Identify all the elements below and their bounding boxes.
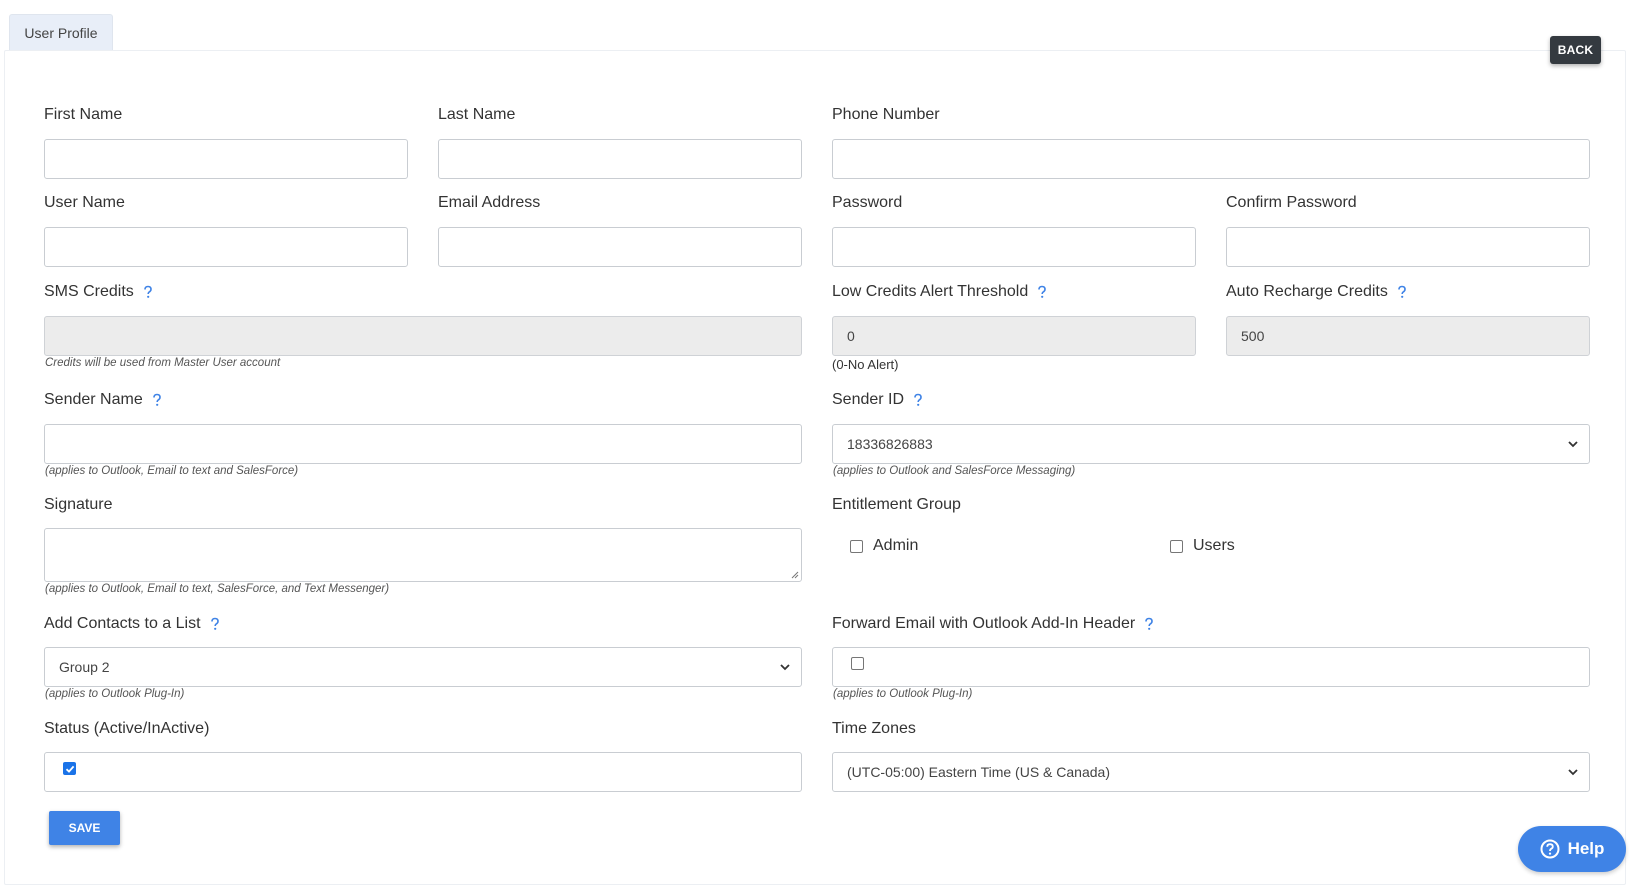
low-credits-label: Low Credits Alert Threshold [832, 283, 1048, 301]
status-field [44, 752, 802, 792]
signature-note: (applies to Outlook, Email to text, Sale… [45, 583, 390, 595]
first-name-input[interactable] [44, 139, 408, 179]
chevron-down-icon [779, 661, 791, 673]
user-name-label: User Name [44, 194, 125, 211]
sms-credits-note: Credits will be used from Master User ac… [45, 357, 281, 369]
question-icon[interactable] [151, 393, 163, 407]
question-icon[interactable] [1396, 285, 1408, 299]
status-checkbox[interactable] [63, 762, 76, 775]
question-icon[interactable] [912, 393, 924, 407]
users-checkbox-label: Users [1193, 537, 1235, 554]
check-icon [65, 765, 74, 773]
save-button[interactable]: SAVE [49, 811, 120, 845]
sender-name-note: (applies to Outlook, Email to text and S… [45, 465, 299, 477]
chevron-down-icon [1567, 766, 1579, 778]
help-circle-icon [1540, 839, 1560, 859]
sms-credits-input[interactable] [44, 316, 802, 356]
auto-recharge-label: Auto Recharge Credits [1226, 283, 1408, 301]
admin-checkbox[interactable] [850, 540, 863, 553]
users-checkbox[interactable] [1170, 540, 1183, 553]
sender-id-note: (applies to Outlook and SalesForce Messa… [833, 465, 1076, 477]
phone-number-label: Phone Number [832, 106, 940, 123]
add-contacts-select[interactable]: Group 2 [44, 647, 802, 687]
user-name-input[interactable] [44, 227, 408, 267]
admin-checkbox-label: Admin [873, 537, 919, 554]
forward-email-checkbox[interactable] [851, 657, 864, 670]
low-credits-note: (0-No Alert) [832, 357, 899, 372]
back-button[interactable]: BACK [1550, 36, 1601, 64]
sender-id-select[interactable]: 18336826883 [832, 424, 1590, 464]
auto-recharge-input[interactable] [1226, 316, 1590, 356]
confirm-password-input[interactable] [1226, 227, 1590, 267]
last-name-label: Last Name [438, 106, 516, 123]
sms-credits-label: SMS Credits [44, 283, 154, 301]
help-label: Help [1567, 839, 1605, 858]
forward-email-field [832, 647, 1590, 687]
chevron-down-icon [1567, 438, 1579, 450]
email-address-input[interactable] [438, 227, 802, 267]
sender-id-value: 18336826883 [847, 436, 933, 452]
forward-email-label: Forward Email with Outlook Add-In Header [832, 615, 1155, 633]
tab-label: User Profile [24, 24, 98, 41]
last-name-input[interactable] [438, 139, 802, 179]
tab-user-profile[interactable]: User Profile [9, 14, 113, 50]
question-icon[interactable] [1036, 285, 1048, 299]
status-label: Status (Active/InActive) [44, 720, 210, 737]
password-label: Password [832, 194, 903, 211]
help-button[interactable]: Help [1518, 826, 1626, 872]
sender-name-input[interactable] [44, 424, 802, 464]
sender-name-label: Sender Name [44, 391, 163, 409]
signature-textarea[interactable] [44, 528, 802, 582]
signature-label: Signature [44, 496, 113, 513]
password-input[interactable] [832, 227, 1196, 267]
question-icon[interactable] [209, 617, 221, 631]
time-zones-label: Time Zones [832, 720, 916, 737]
phone-number-input[interactable] [832, 139, 1590, 179]
resize-handle-icon[interactable] [789, 569, 799, 579]
time-zones-value: (UTC-05:00) Eastern Time (US & Canada) [847, 764, 1110, 780]
low-credits-input[interactable] [832, 316, 1196, 356]
question-icon[interactable] [142, 285, 154, 299]
add-contacts-label: Add Contacts to a List [44, 615, 221, 633]
entitlement-group-label: Entitlement Group [832, 496, 961, 513]
first-name-label: First Name [44, 106, 123, 123]
confirm-password-label: Confirm Password [1226, 194, 1357, 211]
sender-id-label: Sender ID [832, 391, 924, 409]
add-contacts-note: (applies to Outlook Plug-In) [45, 688, 185, 700]
time-zones-select[interactable]: (UTC-05:00) Eastern Time (US & Canada) [832, 752, 1590, 792]
forward-email-note: (applies to Outlook Plug-In) [833, 688, 973, 700]
email-address-label: Email Address [438, 194, 541, 211]
question-icon[interactable] [1143, 617, 1155, 631]
add-contacts-value: Group 2 [59, 659, 110, 675]
